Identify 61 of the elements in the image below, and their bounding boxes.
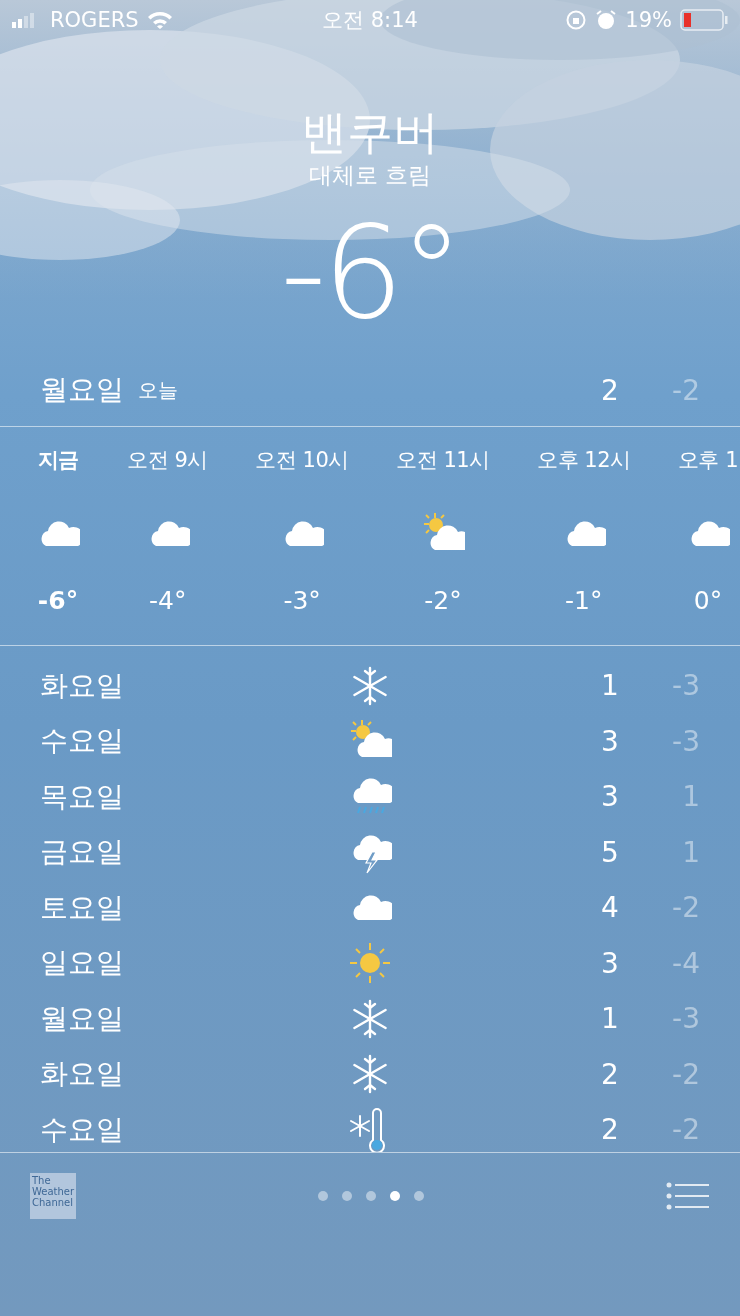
day-name: 월요일: [40, 372, 124, 408]
page-dot[interactable]: [342, 1191, 352, 1201]
day-name: 수요일: [40, 1111, 125, 1148]
hour-temperature: -2°: [424, 586, 462, 615]
rotation-lock-icon: [565, 9, 588, 31]
hour-label: 오전 10시: [255, 447, 349, 474]
high-temperature: 2: [600, 1113, 620, 1147]
page-dot[interactable]: [318, 1191, 328, 1201]
high-temperature: 2: [600, 373, 620, 407]
wifi-icon: [146, 11, 173, 29]
low-temperature: -4: [671, 946, 700, 980]
hour-label: 오전 9시: [127, 447, 208, 474]
day-name: 화요일: [40, 667, 125, 704]
hour-label: 오후 12시: [537, 447, 631, 474]
high-temperature: 3: [600, 724, 620, 758]
high-temperature: 1: [600, 1002, 620, 1036]
low-temperature: -3: [671, 724, 700, 758]
high-temperature: 3: [600, 946, 620, 980]
low-temperature: -2: [671, 1057, 700, 1091]
hour-temperature: 0°: [693, 586, 723, 615]
low-temperature: 1: [681, 835, 700, 869]
page-dot[interactable]: [414, 1191, 424, 1201]
high-temperature: 5: [600, 835, 620, 869]
high-temperature: 3: [600, 780, 620, 814]
hour-label: 오후 1: [677, 447, 738, 474]
battery-icon: [680, 9, 728, 31]
high-temperature: 4: [600, 891, 620, 925]
day-name: 화요일: [40, 1056, 125, 1093]
low-temperature: -2: [671, 1113, 700, 1147]
hour-label: 오전 11시: [396, 447, 490, 474]
hour-temperature: -3°: [283, 586, 321, 615]
day-name: 일요일: [40, 945, 125, 982]
day-name: 수요일: [40, 723, 125, 760]
sun-icon: [348, 941, 392, 986]
carrier-name: ROGERS: [50, 8, 139, 32]
day-name: 토요일: [40, 889, 125, 926]
day-name: 금요일: [40, 834, 125, 871]
low-temperature: -3: [671, 1002, 700, 1036]
page-dot[interactable]: [390, 1191, 400, 1201]
hour-label: 지금: [37, 447, 79, 474]
battery-percentage: 19%: [625, 8, 672, 32]
day-name: 월요일: [40, 1000, 125, 1037]
low-temperature: -3: [671, 669, 700, 703]
current-temperature: -6°: [280, 198, 460, 348]
high-temperature: 2: [600, 1057, 620, 1091]
alarm-clock-icon: [595, 9, 618, 31]
weather-condition: 대체로 흐림: [308, 161, 432, 190]
low-temperature: 1: [681, 780, 700, 814]
list-icon[interactable]: [666, 1182, 710, 1210]
hour-temperature: -6°: [37, 586, 79, 615]
today-label: 오늘: [138, 376, 179, 404]
weather-channel-logo[interactable]: The Weather Channel: [30, 1173, 76, 1219]
high-temperature: 1: [600, 669, 620, 703]
page-dot[interactable]: [366, 1191, 376, 1201]
hour-temperature: -4°: [149, 586, 187, 615]
low-temperature: -2: [671, 891, 700, 925]
low-temperature: -2: [671, 373, 700, 407]
clock-time: 오전 8:14: [322, 8, 418, 32]
city-name: 밴쿠버: [301, 104, 439, 161]
day-name: 목요일: [40, 778, 125, 815]
hour-temperature: -1°: [565, 586, 603, 615]
